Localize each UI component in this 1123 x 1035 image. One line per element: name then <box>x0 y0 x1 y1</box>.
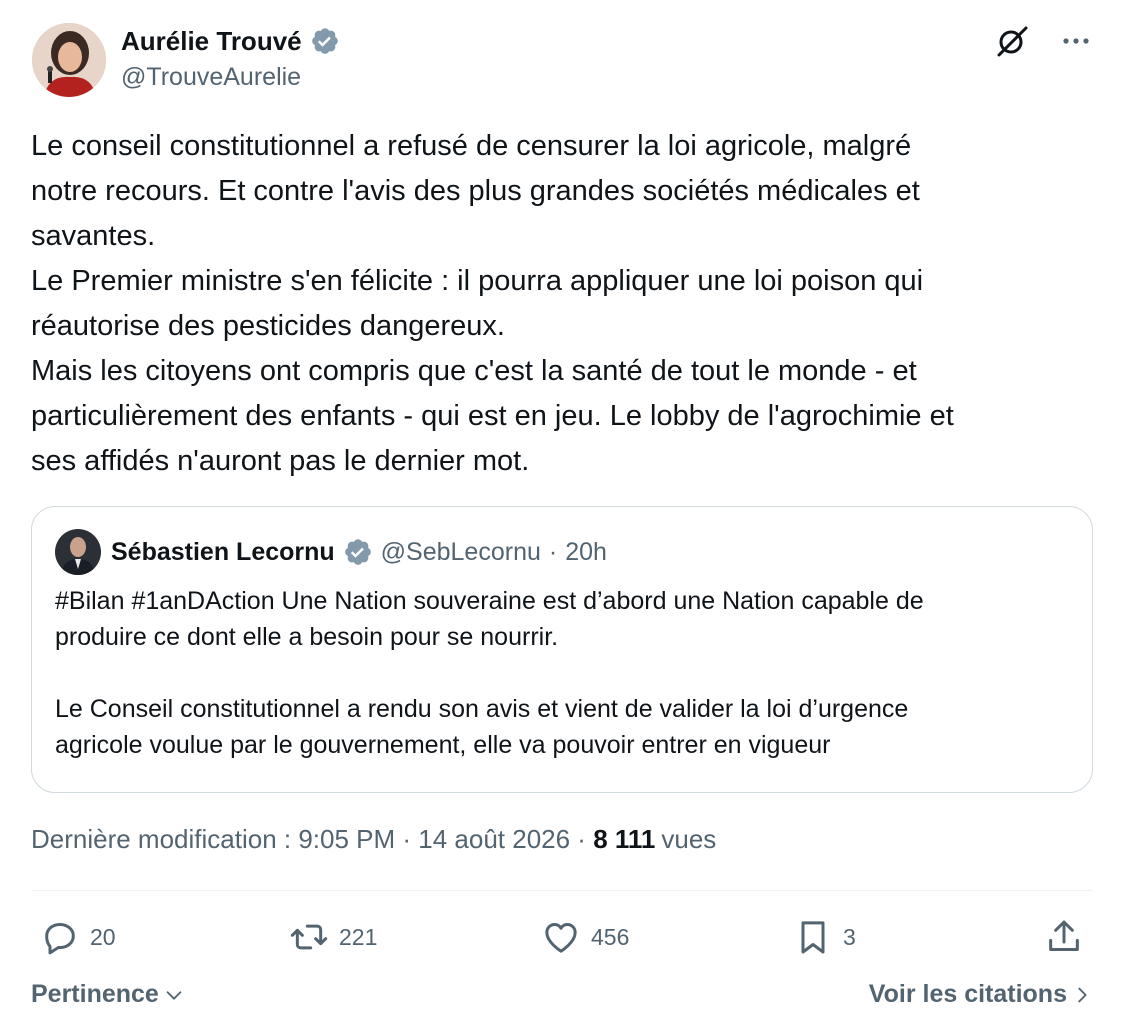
quoted-author-name[interactable]: Sébastien Lecornu <box>111 538 335 567</box>
author-avatar[interactable] <box>32 23 106 97</box>
view-quotes-label: Voir les citations <box>868 980 1067 1008</box>
author-handle[interactable]: @TrouveAurelie <box>121 63 340 92</box>
tweet-line: Le conseil constitutionnel a refusé de c… <box>31 130 912 162</box>
tweet-meta: Dernière modification : 9:05 PM · 14 aoû… <box>31 824 716 855</box>
separator-dot: · <box>548 537 558 566</box>
repost-count: 221 <box>339 923 378 950</box>
reply-button[interactable]: 20 <box>40 913 116 961</box>
quoted-line: produire ce dont elle a besoin pour se n… <box>55 623 559 651</box>
action-bar: 20 221 456 3 <box>0 913 1123 961</box>
like-icon <box>545 923 577 953</box>
author-name[interactable]: Aurélie Trouvé <box>121 26 302 57</box>
bookmark-count: 3 <box>843 923 856 950</box>
grok-icon[interactable] <box>993 22 1031 60</box>
bookmark-icon <box>801 921 825 954</box>
repost-icon <box>290 924 328 950</box>
verified-icon[interactable] <box>343 537 373 567</box>
tweet-top-actions <box>993 22 1093 60</box>
share-icon <box>1049 920 1079 951</box>
like-count: 456 <box>591 923 630 950</box>
reply-count: 20 <box>90 923 116 950</box>
quoted-author-handle[interactable]: @SebLecornu <box>381 538 541 567</box>
more-icon[interactable] <box>1059 24 1093 58</box>
tweet-line: Le Premier ministre s'en félicite : il p… <box>31 265 924 297</box>
tweet-line: ses affidés n'auront pas le dernier mot. <box>31 445 530 477</box>
chevron-down-icon <box>166 990 182 1000</box>
quoted-tweet[interactable]: Sébastien Lecornu @SebLecornu · 20h #Bil… <box>31 506 1093 793</box>
quoted-line: Le Conseil constitutionnel a rendu son a… <box>55 695 909 723</box>
quoted-tweet-text: #Bilan #1anDAction Une Nation souveraine… <box>55 583 1075 763</box>
view-quotes-link[interactable]: Voir les citations <box>869 980 1093 1009</box>
divider <box>31 890 1093 891</box>
tweet-line: savantes. <box>31 220 156 252</box>
views-count: 8 111 <box>593 824 656 854</box>
share-button[interactable] <box>1044 913 1084 961</box>
quoted-tweet-header: Sébastien Lecornu @SebLecornu · 20h <box>55 529 607 575</box>
sort-dropdown[interactable]: Pertinence <box>31 980 185 1009</box>
repost-button[interactable]: 221 <box>289 913 377 961</box>
author-block: Aurélie Trouvé @TrouveAurelie <box>121 24 340 92</box>
tweet-line: particulièrement des enfants - qui est e… <box>31 400 954 432</box>
quoted-timestamp[interactable]: 20h <box>565 538 607 567</box>
edited-timestamp[interactable]: Dernière modification : 9:05 PM · 14 aoû… <box>31 824 593 855</box>
tweet-line: Mais les citoyens ont compris que c'est … <box>31 355 917 387</box>
views-label: vues <box>661 824 717 854</box>
tweet-text: Le conseil constitutionnel a refusé de c… <box>31 124 1096 484</box>
verified-icon[interactable] <box>310 26 340 56</box>
sort-label: Pertinence <box>31 980 159 1008</box>
tweet-line: notre recours. Et contre l'avis des plus… <box>31 175 920 207</box>
like-button[interactable]: 456 <box>541 913 629 961</box>
quoted-author-avatar[interactable] <box>55 529 101 575</box>
reply-icon <box>45 923 75 955</box>
bookmark-button[interactable]: 3 <box>793 913 856 961</box>
quoted-line: #Bilan #1anDAction Une Nation souveraine… <box>55 587 924 615</box>
chevron-right-icon <box>1078 987 1087 1002</box>
tweet-line: réautorise des pesticides dangereux. <box>31 310 505 342</box>
quoted-line: agricole voulue par le gouvernement, ell… <box>55 731 831 759</box>
replies-footer: Pertinence Voir les citations <box>31 980 1093 1009</box>
